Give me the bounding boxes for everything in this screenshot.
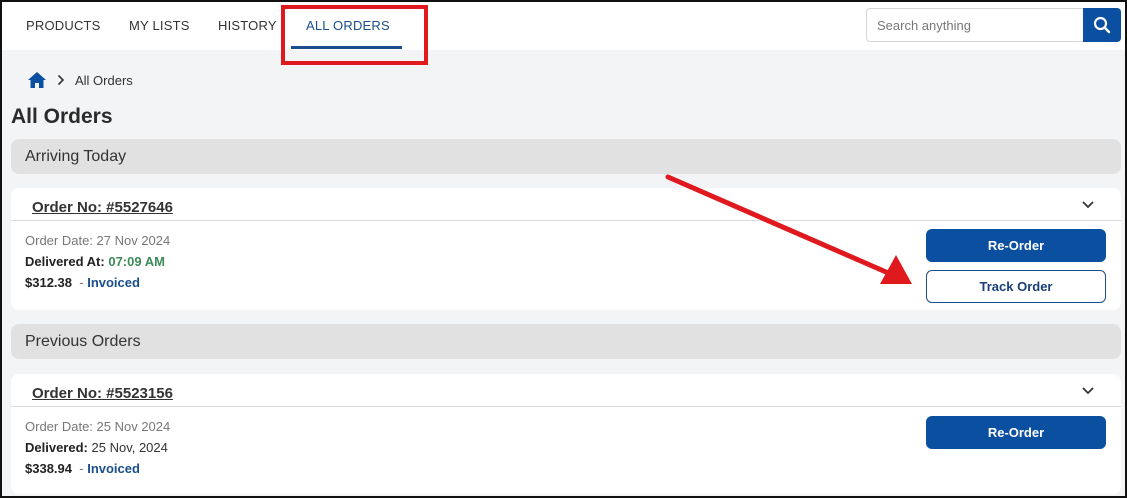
order-status: Invoiced	[87, 461, 140, 476]
annotation-highlight-box	[281, 5, 428, 65]
order-number-link[interactable]: Order No: #5527646	[32, 199, 173, 216]
order-amount-status: $338.94 - Invoiced	[25, 461, 140, 476]
track-order-button[interactable]: Track Order	[926, 270, 1106, 303]
delivered-label: Delivered At:	[25, 254, 105, 269]
order-card-header: Order No: #5527646	[11, 188, 1121, 221]
reorder-button[interactable]: Re-Order	[926, 416, 1106, 449]
order-amount: $338.94	[25, 461, 72, 476]
separator: -	[75, 275, 84, 290]
order-amount: $312.38	[25, 275, 72, 290]
breadcrumb-current: All Orders	[75, 72, 133, 88]
order-status: Invoiced	[87, 275, 140, 290]
home-icon[interactable]	[27, 71, 47, 89]
page-title: All Orders	[11, 105, 113, 128]
chevron-right-icon	[57, 74, 65, 86]
main-content: All Orders All Orders Arriving Today Ord…	[0, 50, 1127, 498]
search-bar	[866, 8, 1121, 42]
search-button[interactable]	[1083, 8, 1121, 42]
order-date: Order Date: 25 Nov 2024	[25, 419, 171, 434]
delivery-info: Delivered At: 07:09 AM	[25, 254, 165, 269]
section-label: Previous Orders	[25, 333, 141, 350]
section-header-arriving-today: Arriving Today	[11, 139, 1121, 174]
reorder-button[interactable]: Re-Order	[926, 229, 1106, 262]
order-card: Order No: #5523156 Order Date: 25 Nov 20…	[11, 374, 1121, 494]
delivered-value: 07:09 AM	[108, 254, 165, 269]
order-amount-status: $312.38 - Invoiced	[25, 275, 140, 290]
top-nav: PRODUCTS MY LISTS HISTORY ALL ORDERS	[0, 0, 1127, 50]
search-input[interactable]	[866, 8, 1084, 42]
breadcrumb: All Orders	[27, 70, 133, 90]
order-number-link[interactable]: Order No: #5523156	[32, 385, 173, 402]
order-date: Order Date: 27 Nov 2024	[25, 233, 171, 248]
section-label: Arriving Today	[25, 148, 127, 165]
order-card-header: Order No: #5523156	[11, 374, 1121, 407]
nav-products[interactable]: PRODUCTS	[26, 18, 101, 33]
delivered-value: 25 Nov, 2024	[91, 440, 168, 455]
separator: -	[75, 461, 84, 476]
search-icon	[1093, 16, 1111, 34]
chevron-down-icon[interactable]	[1081, 386, 1095, 396]
order-card: Order No: #5527646 Order Date: 27 Nov 20…	[11, 188, 1121, 310]
delivered-label: Delivered:	[25, 440, 88, 455]
chevron-down-icon[interactable]	[1081, 200, 1095, 210]
nav-history[interactable]: HISTORY	[218, 18, 277, 33]
section-header-previous-orders: Previous Orders	[11, 324, 1121, 359]
delivery-info: Delivered: 25 Nov, 2024	[25, 440, 168, 455]
nav-my-lists[interactable]: MY LISTS	[129, 18, 190, 33]
